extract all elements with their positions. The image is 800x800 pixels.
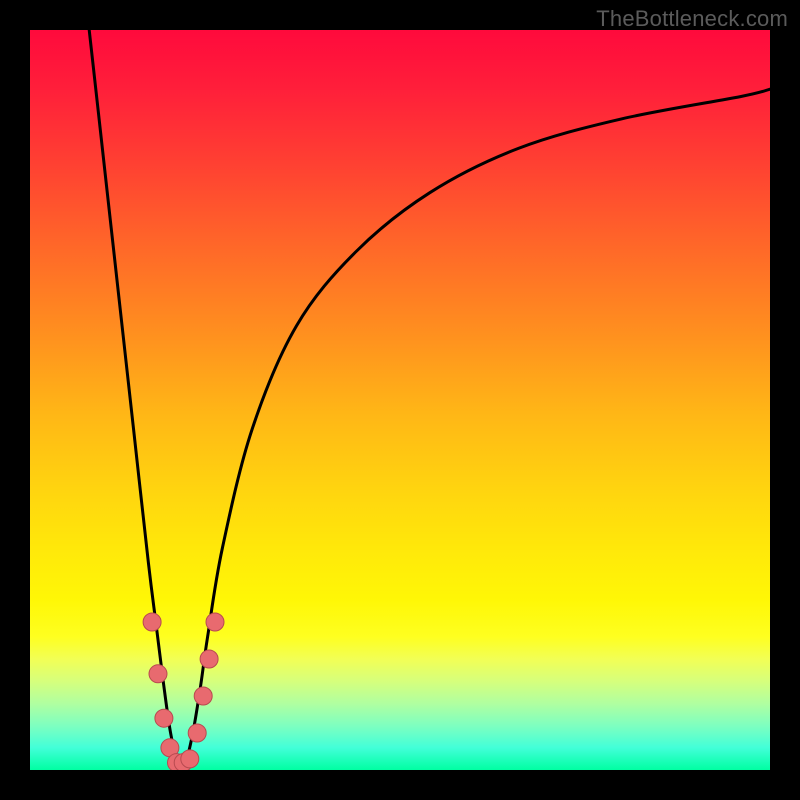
sample-dot <box>206 613 224 631</box>
sample-dot <box>143 613 161 631</box>
sample-dot <box>200 650 218 668</box>
bottleneck-curve <box>89 30 770 766</box>
watermark-text: TheBottleneck.com <box>596 6 788 32</box>
sample-dots <box>143 613 224 770</box>
sample-dot <box>188 724 206 742</box>
sample-dot <box>149 665 167 683</box>
chart-frame: TheBottleneck.com <box>0 0 800 800</box>
bottleneck-curve-path <box>89 30 770 766</box>
sample-dot <box>155 709 173 727</box>
sample-dot <box>181 750 199 768</box>
plot-area <box>30 30 770 770</box>
sample-dot <box>194 687 212 705</box>
curve-layer <box>30 30 770 770</box>
